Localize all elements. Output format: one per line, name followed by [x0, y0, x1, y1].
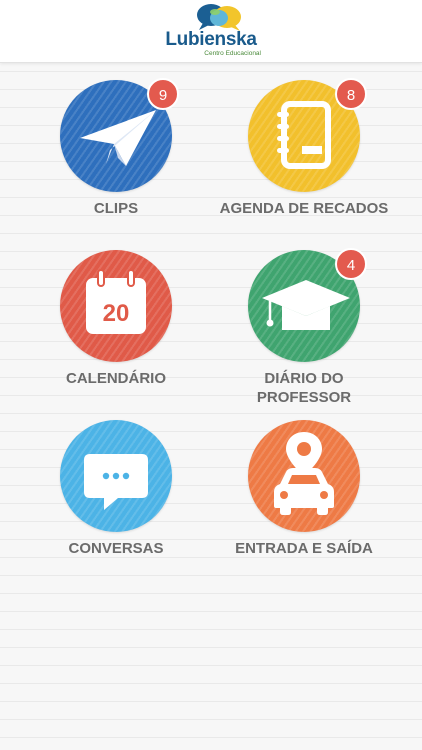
menu-tile-calendario[interactable]: 20 CALENDÁRIO — [16, 250, 216, 390]
logo-subtitle: Centro Educacional — [204, 50, 261, 57]
calendar-day-number: 20 — [103, 300, 130, 327]
entrada-circle[interactable] — [248, 420, 360, 532]
menu-tile-clips[interactable]: 9 CLIPS — [16, 78, 216, 220]
agenda-label: AGENDA DE RECADOS — [219, 200, 389, 217]
menu-tile-agenda[interactable]: 8 AGENDA DE RECADOS — [204, 78, 404, 220]
conversas-circle[interactable] — [60, 420, 172, 532]
logo-wordmark: Lubienska — [165, 29, 257, 50]
agenda-badge: 8 — [335, 78, 367, 110]
entrada-label: ENTRADA E SAÍDA — [235, 540, 373, 557]
calendar-icon: 20 — [86, 269, 146, 334]
menu-tile-diario[interactable]: 4 DIÁRIO DO PROFESSOR — [204, 248, 404, 410]
clips-badge: 9 — [147, 78, 179, 110]
diario-badge: 4 — [335, 248, 367, 280]
calendario-label: CALENDÁRIO — [66, 370, 166, 387]
chat-bubble-icon — [84, 454, 148, 510]
car-location-icon — [274, 432, 334, 515]
conversas-label: CONVERSAS — [68, 540, 164, 557]
menu-tile-entrada[interactable]: ENTRADA E SAÍDA — [204, 420, 404, 560]
calendario-circle[interactable]: 20 — [60, 250, 172, 362]
menu-tile-conversas[interactable]: CONVERSAS — [16, 420, 216, 560]
clips-label: CLIPS — [93, 200, 139, 217]
app-header: Lubienska Centro Educacional — [0, 0, 422, 63]
diario-label-line1: DIÁRIO DO — [264, 370, 344, 387]
diario-label-line2: PROFESSOR — [256, 389, 352, 406]
speech-bubbles-logo-icon — [197, 4, 241, 31]
app-logo: Lubienska Centro Educacional — [161, 2, 261, 60]
